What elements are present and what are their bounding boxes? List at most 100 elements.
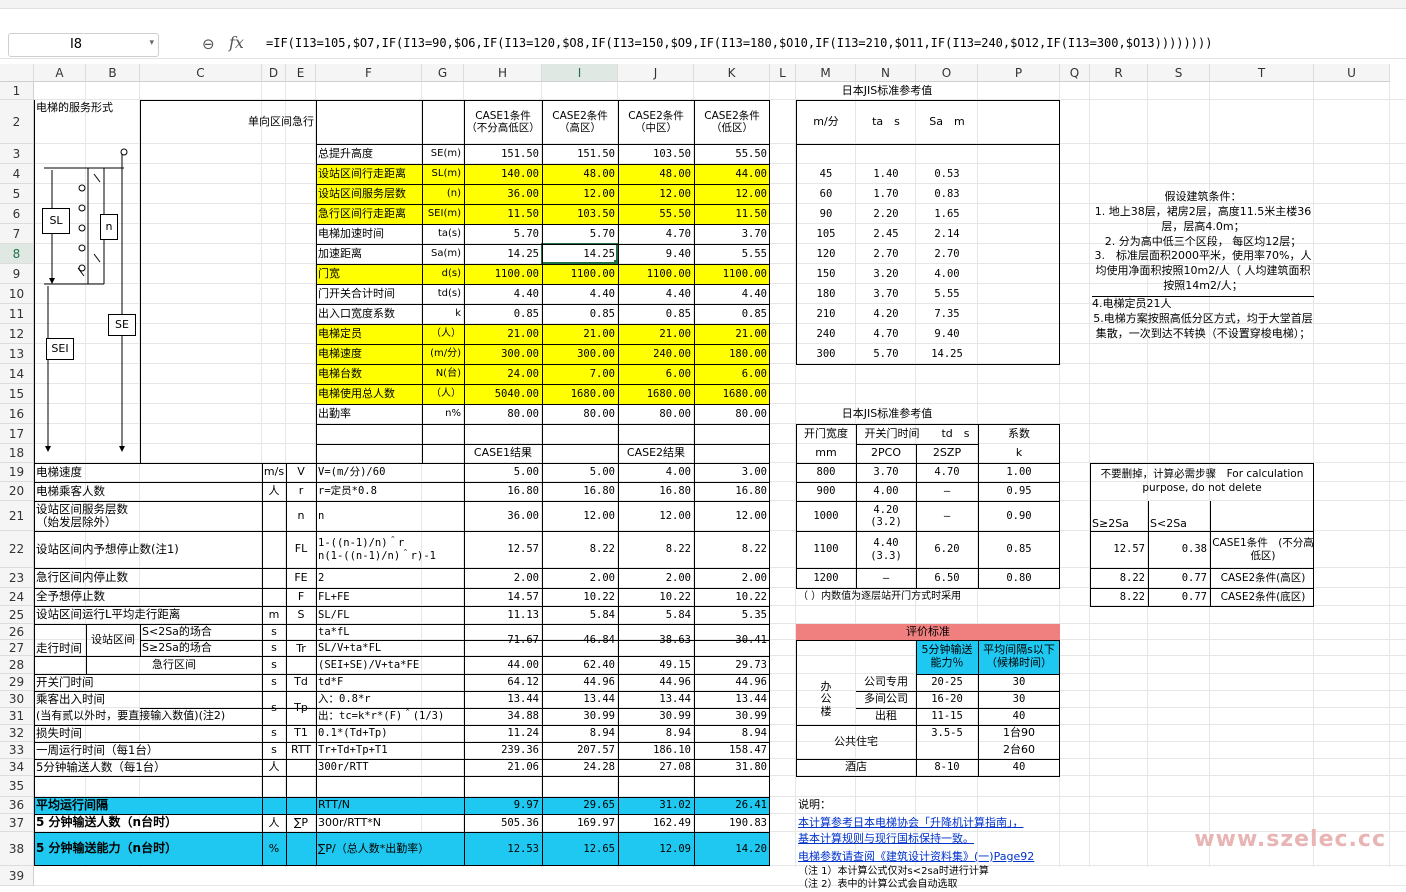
result-value[interactable]: 5.84 <box>618 606 694 624</box>
door-width-unit[interactable]: mm <box>796 444 856 463</box>
door-width-header[interactable]: 开门宽度 <box>796 424 856 444</box>
symbol[interactable]: r <box>286 482 316 501</box>
input-value[interactable]: 140.00 <box>464 164 542 184</box>
door-2szp-header[interactable]: 2SZP <box>916 444 978 463</box>
final-label[interactable]: 5 分钟输送人数（n台时） <box>34 814 262 832</box>
column-header-d[interactable]: D <box>262 64 286 82</box>
row-header-33[interactable]: 33 <box>0 742 34 759</box>
formula-text[interactable]: 出：tc=k*r*(F)＾(1/3) <box>316 708 464 725</box>
input-value[interactable]: 3.70 <box>694 224 770 244</box>
stop-section-label[interactable]: 设站区间 <box>86 624 140 656</box>
jis-value[interactable]: 90 <box>796 204 856 224</box>
input-value[interactable]: 21.00 <box>694 324 770 344</box>
final-value[interactable]: 169.97 <box>542 814 618 832</box>
row-header-4[interactable]: 4 <box>0 164 34 184</box>
jis2-value[interactable]: 0.90 <box>978 501 1060 531</box>
row-header-29[interactable]: 29 <box>0 674 34 691</box>
input-symbol[interactable]: SL(m) <box>422 164 464 184</box>
input-symbol[interactable]: n% <box>422 404 464 424</box>
row-header-15[interactable]: 15 <box>0 384 34 404</box>
input-symbol[interactable]: (n) <box>422 184 464 204</box>
result-value[interactable]: 5.84 <box>542 606 618 624</box>
result-value[interactable]: 44.96 <box>542 674 618 691</box>
row-header-32[interactable]: 32 <box>0 725 34 742</box>
jis-value[interactable]: 4.20 <box>856 304 916 324</box>
formula-text[interactable]: 2 <box>316 568 464 588</box>
jis-value[interactable]: 3.20 <box>856 264 916 284</box>
jis-value[interactable]: 2.45 <box>856 224 916 244</box>
unit[interactable]: s <box>262 742 286 759</box>
residential-label[interactable]: 公共住宅 <box>796 725 916 759</box>
input-value[interactable]: 12.00 <box>694 184 770 204</box>
jis-value[interactable]: 210 <box>796 304 856 324</box>
row-header-30[interactable]: 30 <box>0 691 34 708</box>
result-value[interactable]: 44.96 <box>694 674 770 691</box>
office-type[interactable]: 多间公司 <box>856 691 916 708</box>
eval-capacity-header[interactable]: 5分钟输送 能力％ <box>916 640 978 674</box>
unit[interactable]: 人 <box>262 814 286 832</box>
column-header-o[interactable]: O <box>916 64 978 82</box>
input-value[interactable]: 4.40 <box>618 284 694 304</box>
result-label[interactable]: 5分钟输送人数（每1台） <box>34 759 262 776</box>
input-value[interactable]: 5.55 <box>694 244 770 264</box>
input-label[interactable]: 急行区间行走距离 <box>316 204 422 224</box>
jis-value[interactable]: 1.40 <box>856 164 916 184</box>
final-value[interactable]: 12.09 <box>618 832 694 866</box>
jis2-value[interactable]: 4.20 (3.2) <box>856 501 916 531</box>
hotel-label[interactable]: 酒店 <box>796 759 916 776</box>
input-value[interactable]: 1680.00 <box>618 384 694 404</box>
unit[interactable]: s <box>262 640 286 656</box>
result-value[interactable]: 13.44 <box>464 691 542 708</box>
result-value[interactable]: 21.06 <box>464 759 542 776</box>
row-header-13[interactable]: 13 <box>0 344 34 364</box>
column-header-j[interactable]: J <box>618 64 694 82</box>
formula-text[interactable]: r=定员*0.8 <box>316 482 464 501</box>
jis-value[interactable]: 45 <box>796 164 856 184</box>
column-header-r[interactable]: R <box>1090 64 1148 82</box>
jis2-value[interactable]: 4.00 <box>856 482 916 501</box>
symbol[interactable]: FE <box>286 568 316 588</box>
final-value[interactable]: 505.36 <box>464 814 542 832</box>
row-header-26[interactable]: 26 <box>0 624 34 640</box>
formula-text[interactable]: ∑P/（总人数*出勤率） <box>316 832 464 866</box>
unit[interactable]: 人 <box>262 759 286 776</box>
result-value[interactable]: 11.24 <box>464 725 542 742</box>
office-type[interactable]: 公司专用 <box>856 674 916 691</box>
input-value[interactable]: 80.00 <box>542 404 618 424</box>
hotel-interval[interactable]: 40 <box>978 759 1060 776</box>
calc-header-lt[interactable]: S<2Sa <box>1148 501 1210 531</box>
input-value[interactable]: 21.00 <box>542 324 618 344</box>
final-value[interactable]: 12.65 <box>542 832 618 866</box>
result-value[interactable]: 10.22 <box>694 588 770 606</box>
formula-text[interactable]: RTT/N <box>316 797 464 814</box>
unit[interactable] <box>262 531 286 568</box>
input-value[interactable]: 4.40 <box>542 284 618 304</box>
jis-value[interactable]: 120 <box>796 244 856 264</box>
unit[interactable]: 人 <box>262 482 286 501</box>
case-header[interactable]: CASE2条件 （中区） <box>618 100 694 144</box>
manual-link[interactable]: 本计算参考日本电梯协会「升降机计算指南」， <box>798 816 1024 830</box>
result-value[interactable]: 13.44 <box>618 691 694 708</box>
input-value[interactable]: 0.85 <box>694 304 770 324</box>
formula-text[interactable]: ta*fL <box>316 624 464 640</box>
case-header[interactable]: CASE2条件 （低区） <box>694 100 770 144</box>
input-value[interactable]: 103.50 <box>618 144 694 164</box>
jis-value[interactable]: 3.70 <box>856 284 916 304</box>
column-header-l[interactable]: L <box>770 64 796 82</box>
input-label[interactable]: 电梯使用总人数 <box>316 384 422 404</box>
result-value[interactable]: 49.15 <box>618 656 694 674</box>
input-label[interactable]: 电梯台数 <box>316 364 422 384</box>
formula-text[interactable]: td*F <box>316 674 464 691</box>
result-value[interactable]: 12.00 <box>618 501 694 531</box>
row-header-22[interactable]: 22 <box>0 531 34 568</box>
result-value[interactable]: 44.00 <box>464 656 542 674</box>
symbol[interactable]: S <box>286 606 316 624</box>
symbol[interactable] <box>286 759 316 776</box>
calc-header-ge[interactable]: S≥2Sa <box>1090 501 1148 531</box>
input-value[interactable]: 36.00 <box>464 184 542 204</box>
formula-text[interactable]: SL/FL <box>316 606 464 624</box>
input-value[interactable]: 300.00 <box>542 344 618 364</box>
express-section-label[interactable]: 急行区间 <box>86 656 262 674</box>
row-header-37[interactable]: 37 <box>0 814 34 832</box>
result-value[interactable]: 8.22 <box>618 531 694 568</box>
